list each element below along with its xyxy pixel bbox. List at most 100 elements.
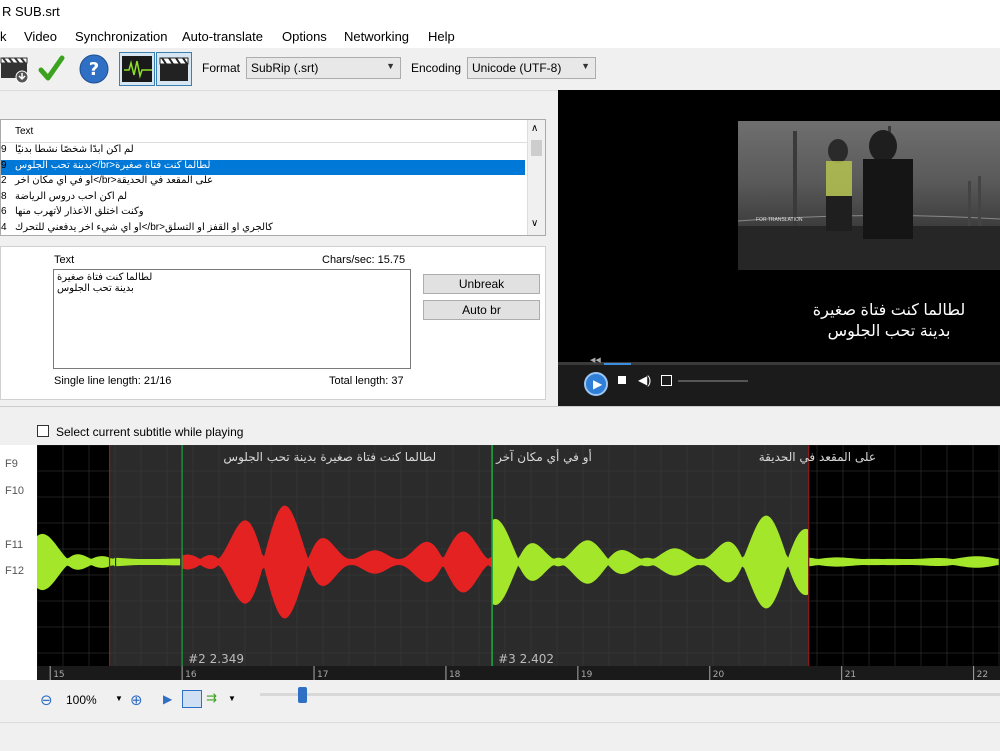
segment-text: لطالما كنت فتاة صغيرة بدينة تحب الجلوس xyxy=(223,450,436,465)
player-controls: ◀◀ ▶ ◀) xyxy=(558,357,1000,406)
row-text: بدينة تحب الجلوس</br>لطالما كنت فتاة صغي… xyxy=(15,159,211,171)
row-number: 9 xyxy=(1,159,7,171)
total-length: Total length: 37 xyxy=(329,375,404,387)
chevron-down-icon[interactable]: ▼ xyxy=(115,694,123,703)
list-item[interactable]: 9 لم أكن أبدًا شخصًا نشطًا بدنيًا xyxy=(1,144,525,159)
status-bar xyxy=(0,722,1000,751)
volume-icon[interactable]: ◀) xyxy=(638,373,651,387)
waveform-toggle-icon[interactable] xyxy=(119,52,155,86)
text-line-2: بدينة تحب الجلوس xyxy=(57,283,134,294)
rewind-icon[interactable]: ◀◀ xyxy=(590,356,601,364)
vertical-scrollbar[interactable]: ∧ ∨ xyxy=(527,120,545,235)
ruler-tick-label: 15 xyxy=(53,670,64,680)
row-text: وكنت أختلق الأعذار لأتهرب منها xyxy=(15,206,144,217)
toolbar: ? Format SubRip (.srt) ▼ Encoding Unicod… xyxy=(0,48,1000,91)
list-item[interactable]: 9 بدينة تحب الجلوس</br>لطالما كنت فتاة صغ… xyxy=(1,159,525,175)
menu-networking[interactable]: Networking xyxy=(344,29,409,44)
ruler-tick-label: 21 xyxy=(845,670,856,680)
subtitle-edit-panel: Text Chars/sec: 15.75 لطالما كنت فتاة صغ… xyxy=(0,246,546,400)
ruler-tick-label: 22 xyxy=(977,670,988,680)
frame-caption: FOR TRANSLATION xyxy=(756,217,803,223)
list-item[interactable]: 2 أو في أي مكان آخر</br>على المقعد في الح… xyxy=(1,175,525,190)
list-item[interactable]: 6 وكنت أختلق الأعذار لأتهرب منها xyxy=(1,206,525,221)
segment-text: أو في أي مكان آخر xyxy=(495,449,592,465)
subtitle-list[interactable]: Text 9 لم أكن أبدًا شخصًا نشطًا بدنيًا 9 بد… xyxy=(0,119,546,236)
menu-synchronization[interactable]: Synchronization xyxy=(75,29,168,44)
chevron-down-icon: ▼ xyxy=(581,61,590,71)
chars-per-sec: Chars/sec: 15.75 xyxy=(322,254,406,266)
unbreak-button[interactable]: Unbreak xyxy=(423,274,540,294)
format-dropdown[interactable]: SubRip (.srt) ▼ xyxy=(246,57,401,79)
ruler-tick-label: 18 xyxy=(449,670,461,680)
zoom-in-icon[interactable]: ⊕ xyxy=(130,691,143,709)
title-bar: R SUB.srt xyxy=(0,0,1000,24)
segment-text: على المقعد في الحديقة xyxy=(759,450,876,464)
volume-slider[interactable] xyxy=(678,380,748,382)
zoom-value[interactable]: 100% xyxy=(66,693,97,707)
play-icon: ▶ xyxy=(593,377,603,391)
shortcut-f11: F11 xyxy=(5,539,24,551)
menu-edit[interactable]: k xyxy=(0,29,7,44)
segment-label: #2 2.349 xyxy=(188,652,244,666)
row-number: 6 xyxy=(1,206,7,217)
row-text: أو أي شيء آخر يدفعني للتحرك</br>كالجري أ… xyxy=(15,221,273,233)
ruler-tick-label: 17 xyxy=(317,670,328,680)
video-subtitle-line-1: لطالما كنت فتاة صغيرة xyxy=(812,302,966,319)
subtitle-text-input[interactable]: لطالما كنت فتاة صغيرة بدينة تحب الجلوس xyxy=(53,269,411,369)
format-value: SubRip (.srt) xyxy=(251,61,319,75)
row-text: لم أكن أحب دروس الرياضة xyxy=(15,190,128,202)
fast-forward-icon[interactable]: ⇉ xyxy=(206,690,217,706)
row-number: 9 xyxy=(1,144,7,155)
spell-check-icon[interactable] xyxy=(36,52,68,86)
slider-thumb[interactable] xyxy=(298,687,307,703)
video-player[interactable]: FOR TRANSLATION لطالما كنت فتاة صغيرة بد… xyxy=(558,90,1000,406)
list-item[interactable]: 4 أو أي شيء آخر يدفعني للتحرك</br>كالجري … xyxy=(1,222,525,237)
menu-options[interactable]: Options xyxy=(282,29,327,44)
svg-text:?: ? xyxy=(89,59,99,80)
zoom-out-icon[interactable]: ⊖ xyxy=(40,691,53,709)
row-number: 8 xyxy=(1,190,7,202)
list-item[interactable]: 8 لم أكن أحب دروس الرياضة xyxy=(1,191,525,206)
text-line-1: لطالما كنت فتاة صغيرة xyxy=(57,272,153,283)
shortcut-f9: F9 xyxy=(5,458,18,470)
menu-help[interactable]: Help xyxy=(428,29,455,44)
menu-auto-translate[interactable]: Auto-translate xyxy=(182,29,263,44)
stop-icon[interactable] xyxy=(618,376,626,384)
select-current-checkbox[interactable] xyxy=(37,425,49,437)
video-player-toggle-icon[interactable] xyxy=(156,52,192,86)
menu-video[interactable]: Video xyxy=(24,29,57,44)
video-frame: FOR TRANSLATION xyxy=(738,121,1000,270)
waveform-shape xyxy=(37,533,115,591)
chevron-down-icon[interactable]: ▼ xyxy=(228,694,236,703)
format-label: Format xyxy=(202,61,241,75)
help-icon[interactable]: ? xyxy=(78,52,110,86)
shortcut-f10: F10 xyxy=(5,485,24,497)
grid-view-icon[interactable] xyxy=(182,690,202,708)
play-selection-icon[interactable]: ▶ xyxy=(163,692,172,706)
encoding-value: Unicode (UTF-8) xyxy=(472,61,562,75)
shortcut-column: F9 F10 F11 F12 xyxy=(0,445,37,680)
column-header-text[interactable]: Text xyxy=(15,126,33,137)
play-button[interactable]: ▶ xyxy=(584,372,608,396)
scroll-thumb[interactable] xyxy=(531,140,542,156)
row-number: 2 xyxy=(1,175,7,186)
shortcut-f12: F12 xyxy=(5,565,24,577)
chevron-up-icon[interactable]: ∧ xyxy=(531,123,538,134)
chevron-down-icon[interactable]: ∨ xyxy=(531,218,538,229)
waveform-toolbar: ⊖ 100% ▼ ⊕ ▶ ⇉ ▼ xyxy=(0,680,1000,720)
list-header: Text xyxy=(1,120,527,143)
audio-waveform[interactable]: لطالما كنت فتاة صغيرة بدينة تحب الجلوس أو… xyxy=(37,445,1000,680)
waveform-shape xyxy=(116,557,181,567)
row-text: لم أكن أبدًا شخصًا نشطًا بدنيًا xyxy=(15,144,134,155)
video-open-icon[interactable] xyxy=(0,52,32,86)
splitter[interactable] xyxy=(0,406,1000,407)
fullscreen-icon[interactable] xyxy=(661,375,672,386)
menu-bar: k Video Synchronization Auto-translate O… xyxy=(0,24,1000,48)
row-text: أو في أي مكان آخر</br>على المقعد في الحد… xyxy=(15,175,214,186)
encoding-dropdown[interactable]: Unicode (UTF-8) ▼ xyxy=(467,57,596,79)
waveform-zoom-slider[interactable] xyxy=(260,693,1000,696)
single-line-length: Single line length: 21/16 xyxy=(54,375,172,387)
auto-br-button[interactable]: Auto br xyxy=(423,300,540,320)
row-number: 4 xyxy=(1,221,7,233)
window-title: R SUB.srt xyxy=(2,4,60,19)
